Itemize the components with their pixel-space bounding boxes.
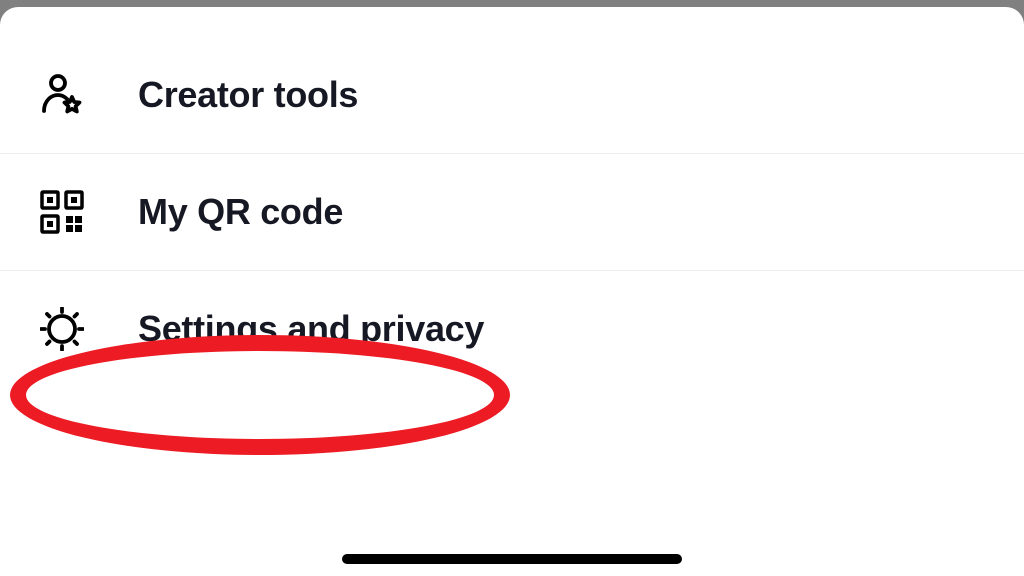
menu-item-label: Creator tools: [138, 74, 358, 116]
menu-item-creator-tools[interactable]: Creator tools: [0, 37, 1024, 154]
menu-item-label: Settings and privacy: [138, 308, 484, 350]
menu-item-label: My QR code: [138, 191, 343, 233]
gear-icon: [40, 307, 84, 351]
menu-list: Creator tools My QR code: [0, 7, 1024, 387]
menu-item-settings-privacy[interactable]: Settings and privacy: [0, 271, 1024, 387]
home-indicator: [342, 554, 682, 564]
menu-item-qr-code[interactable]: My QR code: [0, 154, 1024, 271]
qr-code-icon: [40, 190, 84, 234]
person-star-icon: [40, 73, 84, 117]
bottom-sheet: Creator tools My QR code: [0, 7, 1024, 576]
